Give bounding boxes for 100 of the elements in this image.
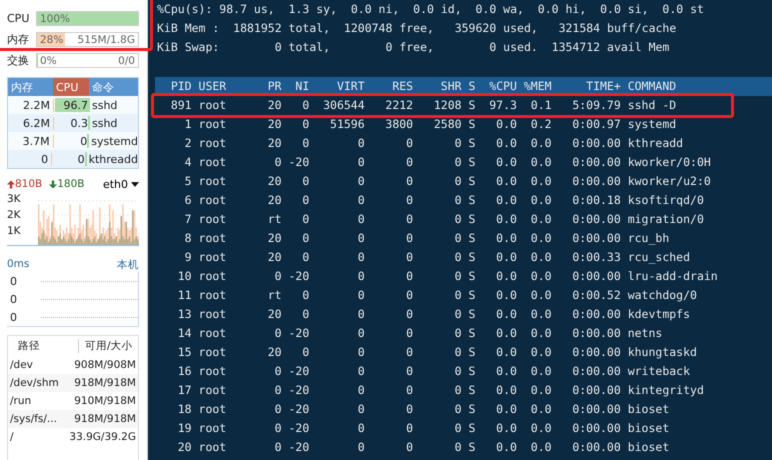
table-cell-text: 0 [274, 268, 282, 285]
table-cell-text: 0.0 [495, 116, 517, 133]
table-cell-text: 0.0 [495, 192, 517, 209]
column-header[interactable]: 可用/大小 [79, 339, 138, 353]
table-cell-text: 0 [274, 154, 282, 171]
table-cell-text: 0.0 [495, 306, 517, 323]
table-cell-text: bioset [628, 401, 670, 418]
table-cell-text: root [198, 116, 228, 133]
table-cell-text: 20 [266, 249, 282, 266]
table-cell-text: 20 [266, 97, 282, 114]
table-cell-text: 0.0 [530, 135, 552, 152]
table-cell-text: root [198, 192, 228, 209]
caret-icon [131, 182, 139, 186]
table-cell-text: 0.0 [495, 363, 517, 380]
table-cell-text: 0 [405, 249, 414, 266]
table-cell-text: 0:00.00 [571, 382, 621, 399]
table-cell-text: root [198, 211, 228, 228]
table-cell-text: 0.0 [495, 249, 517, 266]
resource-label: CPU [7, 12, 30, 25]
table-cell-text: -20 [288, 268, 310, 285]
table-cell-text: 0.0 [530, 325, 552, 342]
axis-tick-label: 0 [9, 310, 18, 324]
axis-tick-label: 0 [9, 274, 18, 288]
table-cell-text: 0 [356, 268, 365, 285]
table-cell-text: netns [628, 325, 664, 342]
table-cell-text: 0 [301, 173, 310, 190]
table-cell-text: 20 [266, 116, 282, 133]
table-cell-text: 20 [266, 192, 282, 209]
table-cell-text: root [198, 439, 228, 456]
table-cell-text: 0 [356, 439, 365, 456]
table-cell-text: 0.0 [495, 135, 517, 152]
table-cell-text: 0 [301, 211, 310, 228]
table-cell-text: 20 [176, 439, 192, 456]
column-header[interactable]: CPU [53, 78, 89, 96]
table-cell-text: 0 [405, 230, 414, 247]
table-cell-text: 891 [170, 97, 192, 114]
table-cell-text: root [198, 382, 228, 399]
interface-dropdown[interactable]: eth0 [102, 178, 139, 190]
table-cell-text: -20 [288, 363, 310, 380]
table-cell-text: kdevtmpfs [628, 306, 692, 323]
table-cell-text: 0.0 [495, 268, 517, 285]
table-cell-text: 9 [184, 249, 192, 266]
table-cell-text: 3800 [384, 116, 414, 133]
table-cell-text: 97.3 [488, 97, 517, 114]
column-header[interactable]: 内存 [8, 78, 53, 96]
host-label[interactable]: 本机 [117, 258, 139, 272]
table-cell: 3.7M [8, 134, 54, 148]
table-cell-text: 0 [274, 325, 282, 342]
cpu-cell: 0 [52, 152, 87, 166]
table-cell-text: migration/0 [628, 211, 705, 228]
table-cell-text: S [467, 154, 476, 171]
table-cell-text: 0 [356, 382, 365, 399]
column-header: PR [266, 78, 282, 95]
table-cell-text: 918M/918M [73, 377, 137, 389]
table-cell-text: 2580 [432, 116, 462, 133]
table-cell-text: 0:00.00 [571, 344, 621, 361]
axis-tick-label: 0 [9, 292, 18, 306]
table-cell-text: 0:00.97 [571, 116, 621, 133]
table-cell-text: 0.0 [495, 154, 517, 171]
cpu-cell: 0 [54, 134, 90, 148]
table-cell-text: 306544 [322, 97, 365, 114]
usage-percent: 100% [40, 12, 70, 24]
table-cell-text: 0 [405, 439, 414, 456]
table-cell-text: 0.2 [530, 116, 552, 133]
table-cell: 0 [8, 152, 52, 166]
table-cell-text: 15 [176, 344, 192, 361]
table-cell-text: 2212 [384, 97, 414, 114]
table-cell-text: S [467, 439, 476, 456]
table-cell-text: khungtaskd [628, 344, 698, 361]
table-cell-text: 0 [405, 211, 414, 228]
table-cell-text: S [467, 287, 476, 304]
table-cell-text: 0 [356, 420, 365, 437]
table-cell-text: 1208 [432, 97, 462, 114]
table-cell-text: 0 [356, 306, 365, 323]
table-cell-text: -20 [288, 420, 310, 437]
usage-percent: 28% [40, 34, 64, 46]
column-header[interactable]: 路径 [8, 339, 79, 353]
column-header[interactable]: 命令 [89, 78, 138, 96]
table-cell-text: 17 [176, 382, 192, 399]
table-cell-text: bioset [628, 439, 670, 456]
table-cell-text: root [198, 401, 228, 418]
table-cell-text: 0 [454, 363, 462, 380]
table-cell-text: /dev [9, 359, 34, 371]
table-cell-text: 0 [301, 135, 310, 152]
table-cell-text: 0 [454, 192, 462, 209]
table-cell-text: root [198, 249, 228, 266]
table-cell-text: 20 [266, 173, 282, 190]
table-cell-text: S [467, 97, 476, 114]
table-cell-text: 0:00.00 [571, 173, 621, 190]
table-cell-text: 18 [176, 401, 192, 418]
table-cell-text: 0 [454, 382, 462, 399]
table-cell-text: 918M/918M [73, 413, 137, 425]
table-cell-text: 5:09.79 [571, 97, 621, 114]
table-cell-text: 0 [405, 325, 414, 342]
table-cell-text: 20 [266, 306, 282, 323]
table-cell-text: 14 [176, 325, 192, 342]
table-cell-text: 0 [454, 268, 462, 285]
table-cell-text: rt [266, 211, 282, 228]
table-cell-text: 5 [184, 173, 192, 190]
table-cell-text: S [467, 306, 476, 323]
